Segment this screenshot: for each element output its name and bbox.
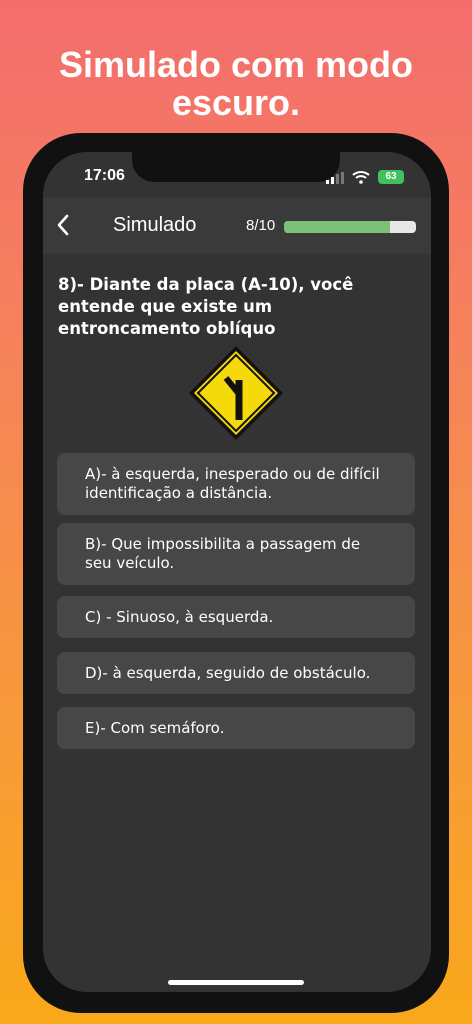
answer-option-label: C) - Sinuoso, à esquerda. [85,607,274,626]
battery-icon: 63 [378,170,404,184]
answer-option-a[interactable]: A)- à esquerda, inesperado ou de difícil… [57,453,415,515]
answer-option-label: A)- à esquerda, inesperado ou de difícil… [85,465,380,502]
cellular-signal-icon [326,172,344,184]
question-text: 8)- Diante da placa (A-10), você entende… [58,275,354,338]
progress-counter: 8/10 [246,217,276,234]
home-indicator[interactable] [168,980,304,985]
answer-option-e[interactable]: E)- Com semáforo. [57,707,415,749]
progress-bar [284,221,416,233]
back-chevron-icon[interactable] [56,214,70,236]
answer-option-label: D)- à esquerda, seguido de obstáculo. [85,663,371,682]
phone-notch [132,152,340,182]
answer-option-d[interactable]: D)- à esquerda, seguido de obstáculo. [57,652,415,694]
promo-headline: Simulado com modo escuro. [58,44,414,123]
y-junction-warning-sign-icon [189,346,283,440]
answer-option-b[interactable]: B)- Que impossibilita a passagem de seu … [57,523,415,585]
status-time: 17:06 [84,167,125,184]
answer-option-c[interactable]: C) - Sinuoso, à esquerda. [57,596,415,638]
page-title: Simulado [113,214,197,236]
wifi-icon [352,171,370,184]
progress-bar-fill [284,221,390,233]
answer-option-label: B)- Que impossibilita a passagem de seu … [85,535,361,572]
answer-option-label: E)- Com semáforo. [85,718,225,737]
